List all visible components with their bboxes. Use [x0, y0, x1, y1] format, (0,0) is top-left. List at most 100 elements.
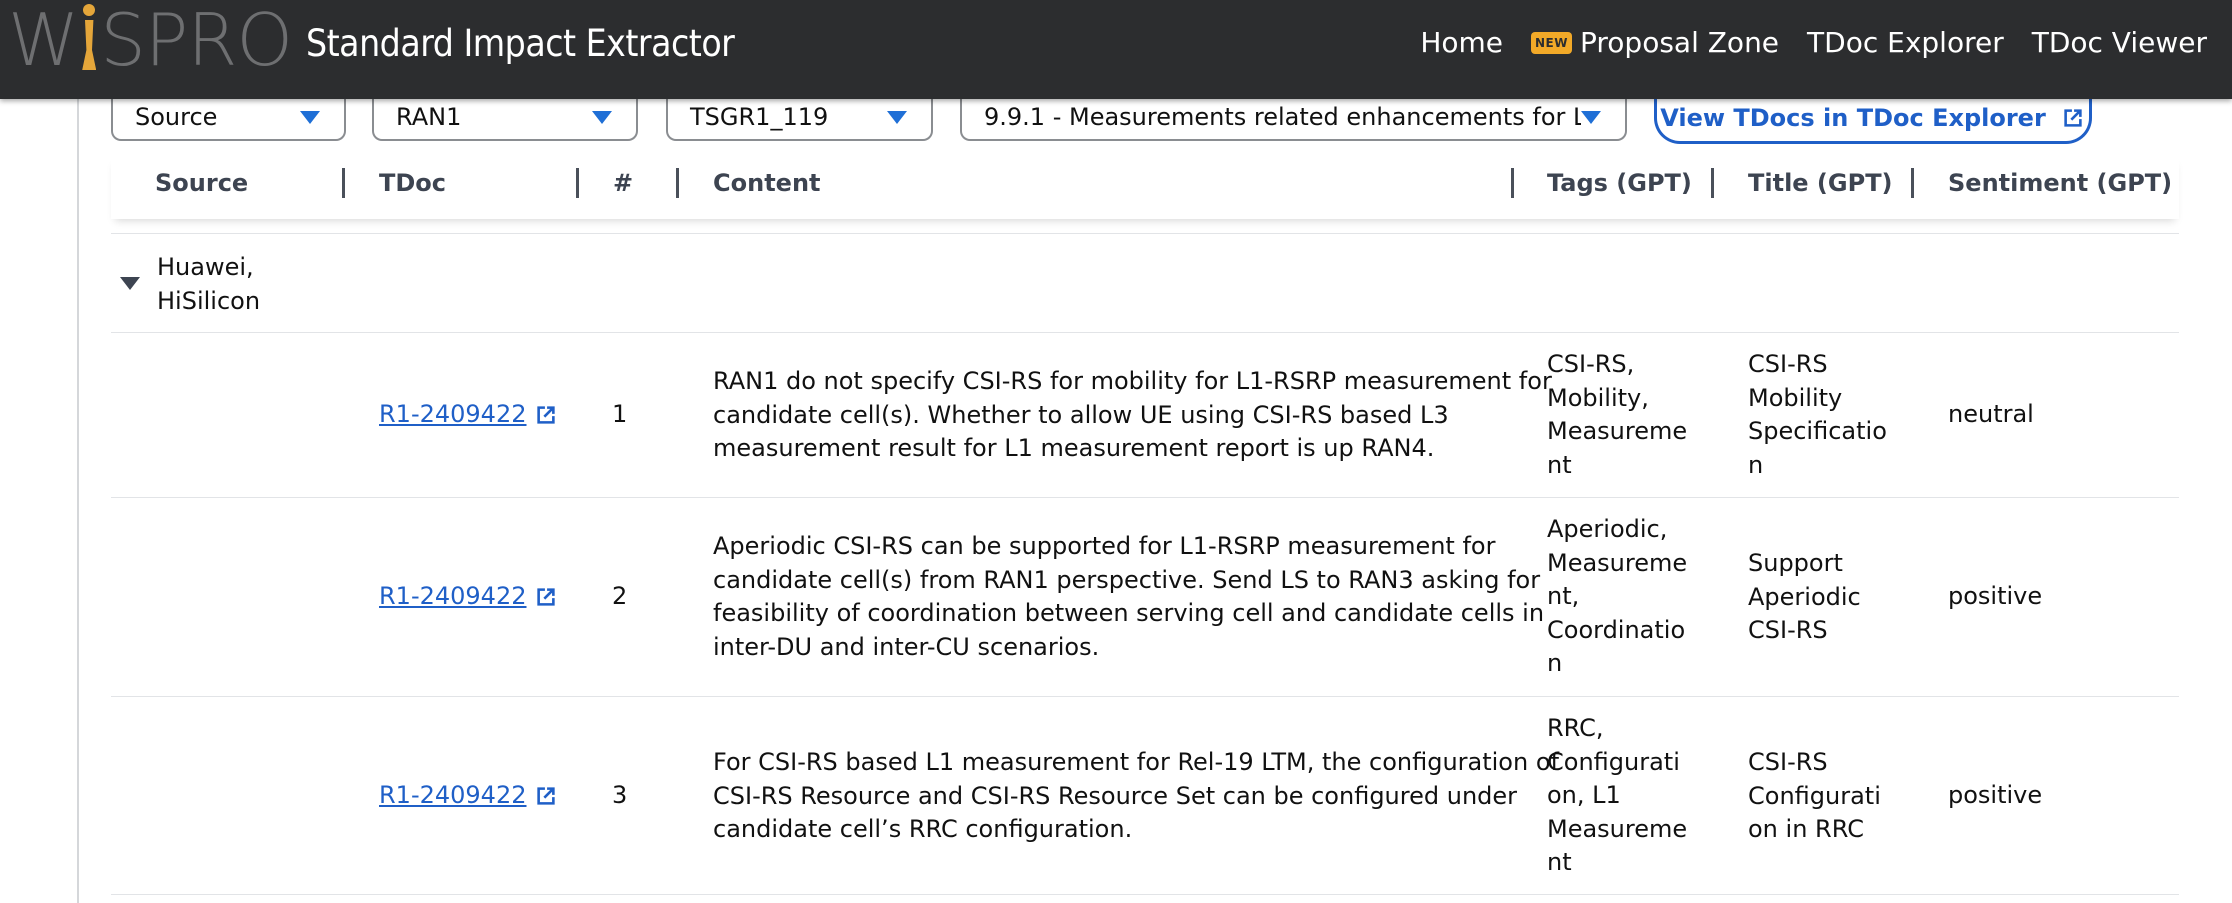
row-divider [111, 233, 2179, 234]
external-link-icon [536, 588, 555, 606]
tags-cell: CSI-RS, Mobility, Measureme nt [1547, 348, 1687, 482]
nav-home[interactable]: Home [1420, 26, 1503, 59]
working-group-select[interactable]: RAN1 [372, 95, 638, 141]
row-number: 1 [612, 400, 628, 428]
header-source[interactable]: Source [155, 169, 248, 197]
app-title: Standard Impact Extractor [306, 22, 735, 65]
content-cell: Aperiodic CSI-RS can be supported for L1… [713, 530, 1544, 664]
working-group-value: RAN1 [396, 103, 462, 131]
tag-line: nt, [1547, 582, 1580, 610]
column-resizer[interactable] [1711, 168, 1714, 198]
new-badge: NEW [1531, 31, 1572, 54]
header-title[interactable]: Title (GPT) [1748, 169, 1893, 197]
title-line: on in RRC [1748, 815, 1864, 843]
external-link-icon [536, 787, 555, 805]
header-tags[interactable]: Tags (GPT) [1547, 169, 1692, 197]
chevron-down-icon [592, 110, 612, 124]
logo-i-mark [78, 0, 100, 72]
external-link-icon [2064, 109, 2082, 127]
group-source-label: Huawei, HiSilicon [157, 250, 277, 318]
title-line: Aperiodic [1748, 582, 1861, 611]
tdoc-link[interactable]: R1-2409422 [379, 779, 559, 813]
view-tdocs-button[interactable]: View TDocs in TDoc Explorer [1654, 95, 2092, 144]
tag-line: nt [1547, 450, 1572, 479]
content-line: Aperiodic CSI-RS can be supported for L1… [713, 532, 1496, 560]
title-line: n [1748, 450, 1764, 479]
sentiment-cell: neutral [1948, 400, 2034, 428]
source-filter-value: Source [135, 103, 218, 131]
content-line: inter-DU and inter-CU scenarios. [713, 632, 1100, 661]
tag-line: RRC, [1547, 714, 1604, 742]
tags-cell: Aperiodic, Measureme nt, Coordinatio n [1547, 513, 1687, 681]
column-resizer[interactable] [576, 168, 579, 198]
chevron-down-icon [887, 110, 907, 124]
nav-proposal-zone[interactable]: NEW Proposal Zone [1531, 26, 1779, 59]
group-source-line: Huawei, [157, 253, 254, 281]
title-cell: CSI-RS Configurati on in RRC [1748, 746, 1881, 847]
content-line: measurement result for L1 measurement re… [713, 434, 1435, 462]
source-filter-select[interactable]: Source [111, 95, 346, 141]
tdoc-link[interactable]: R1-2409422 [379, 580, 559, 614]
tdoc-link[interactable]: R1-2409422 [379, 398, 559, 432]
content-cell: RAN1 do not specify CSI-RS for mobility … [713, 365, 1552, 466]
content-line: candidate cell’s RRC configuration. [713, 815, 1133, 843]
tags-cell: RRC, Configurati on, L1 Measureme nt [1547, 712, 1687, 880]
column-resizer[interactable] [1511, 168, 1514, 198]
group-source-line: HiSilicon [157, 287, 261, 315]
main-nav: Home NEW Proposal Zone TDoc Explorer TDo… [1420, 26, 2207, 59]
row-number: 2 [612, 582, 628, 610]
title-cell: CSI-RS Mobility Specificatio n [1748, 348, 1887, 482]
content-cell: For CSI-RS based L1 measurement for Rel-… [713, 746, 1559, 847]
tag-line: nt [1547, 848, 1572, 876]
agenda-item-select[interactable]: 9.9.1 - Measurements related enhancement… [960, 95, 1627, 141]
table-header: Source TDoc # Content Tags (GPT) Title (… [111, 155, 2179, 219]
tag-line: Measureme [1547, 417, 1688, 445]
tdoc-id: R1-2409422 [379, 400, 527, 428]
title-line: CSI-RS [1748, 616, 1828, 644]
tag-line: Aperiodic, [1547, 515, 1668, 543]
title-line: Support [1748, 549, 1843, 577]
nav-tdoc-explorer[interactable]: TDoc Explorer [1807, 26, 2004, 59]
header-number[interactable]: # [613, 169, 633, 197]
content-line: feasibility of coordination between serv… [713, 599, 1545, 627]
nav-proposal-zone-label: Proposal Zone [1580, 26, 1780, 59]
tag-line: Measureme [1547, 548, 1688, 577]
header-content[interactable]: Content [713, 169, 821, 197]
row-divider [111, 894, 2179, 895]
column-resizer[interactable] [1911, 168, 1914, 198]
header-sentiment[interactable]: Sentiment (GPT) [1948, 169, 2172, 197]
header-tdoc[interactable]: TDoc [379, 169, 446, 197]
title-line: Specificatio [1748, 417, 1887, 445]
tdoc-id: R1-2409422 [379, 582, 527, 610]
meeting-value: TSGR1_119 [690, 103, 829, 131]
content-line: RAN1 do not specify CSI-RS for mobility … [713, 367, 1552, 395]
view-tdocs-label: View TDocs in TDoc Explorer [1660, 104, 2046, 132]
tag-line: Coordinatio [1547, 615, 1686, 644]
wispro-logo[interactable]: W SPRO [8, 0, 293, 80]
meeting-select[interactable]: TSGR1_119 [666, 95, 933, 141]
chevron-down-icon [1581, 110, 1601, 124]
tag-line: Measureme [1547, 814, 1688, 843]
content-line: CSI-RS Resource and CSI-RS Resource Set … [713, 781, 1518, 810]
nav-tdoc-viewer[interactable]: TDoc Viewer [2032, 26, 2207, 59]
row-divider [111, 497, 2179, 498]
tag-line: n [1547, 649, 1563, 677]
top-navigation-bar: W SPRO Standard Impact Extractor Home NEW… [0, 0, 2232, 99]
column-resizer[interactable] [342, 168, 345, 198]
collapse-triangle-icon[interactable] [120, 277, 140, 290]
column-resizer[interactable] [676, 168, 679, 198]
title-line: CSI-RS [1748, 748, 1828, 776]
title-cell: Support Aperiodic CSI-RS [1748, 547, 1861, 648]
tag-line: on, L1 [1547, 781, 1621, 809]
sentiment-cell: positive [1948, 582, 2043, 610]
row-number: 3 [612, 781, 628, 809]
tag-line: Mobility, [1547, 383, 1649, 412]
content-line: candidate cell(s). Whether to allow UE u… [713, 400, 1449, 429]
tag-line: CSI-RS, [1547, 350, 1635, 378]
content-line: candidate cell(s) from RAN1 perspective.… [713, 565, 1541, 594]
title-line: CSI-RS [1748, 350, 1828, 378]
tag-line: Configurati [1547, 747, 1680, 776]
title-line: Configurati [1748, 781, 1881, 810]
row-divider [111, 332, 2179, 333]
sentiment-cell: positive [1948, 781, 2043, 809]
